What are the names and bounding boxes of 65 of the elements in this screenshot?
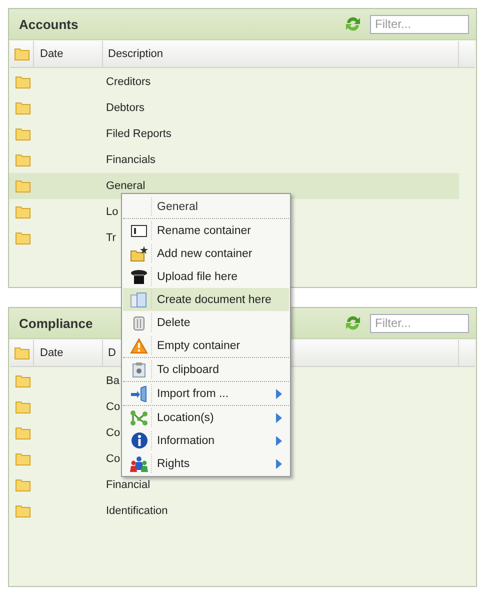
submenu-arrow-icon [276, 436, 282, 446]
folder-icon [15, 400, 31, 414]
panel-title: Accounts [19, 16, 78, 32]
menu-item[interactable]: Delete [123, 311, 289, 334]
refresh-icon[interactable] [344, 15, 362, 33]
nodes-icon [130, 410, 148, 426]
row-description: Tr [106, 232, 116, 244]
menu-item[interactable]: Rename container [123, 219, 289, 242]
clipboard-icon [132, 362, 146, 378]
column-heading[interactable]: Description [108, 48, 164, 60]
info-icon [130, 432, 148, 449]
top-hat-icon [130, 268, 148, 284]
column-heading[interactable]: Date [40, 347, 64, 359]
column-heading[interactable]: D [108, 347, 116, 359]
row-description: Debtors [106, 102, 145, 114]
submenu-arrow-icon [276, 458, 282, 468]
row-description: Financial [106, 479, 150, 491]
filter-field[interactable]: Filter... [370, 14, 469, 34]
row-description: Co [106, 427, 120, 439]
folder-icon [15, 374, 31, 388]
row-description: Lo [106, 206, 118, 218]
folder-icon [15, 231, 31, 245]
submenu-arrow-icon [276, 412, 282, 422]
submenu-arrow-icon [276, 388, 282, 398]
row-description: Co [106, 453, 120, 465]
folder-icon [15, 504, 31, 518]
panel-title: Compliance [19, 316, 93, 330]
menu-item[interactable]: Empty container [123, 334, 289, 358]
folder-icon [14, 47, 30, 61]
menu-item[interactable]: Information [123, 429, 289, 452]
menu-item[interactable]: Import from ... [123, 382, 289, 406]
folder-icon [15, 205, 31, 219]
menu-item[interactable]: To clipboard [123, 358, 289, 382]
column-heading[interactable]: Date [40, 48, 64, 60]
folder-icon [15, 478, 31, 492]
menu-item[interactable]: Upload file here [123, 265, 289, 288]
refresh-icon[interactable] [344, 314, 362, 332]
folder-icon [15, 179, 31, 193]
menu-item[interactable]: Rights [123, 452, 289, 475]
menu-item[interactable]: Location(s) [123, 406, 289, 429]
row-description: Ba [106, 375, 120, 387]
folder-icon [15, 426, 31, 440]
documents-icon [130, 292, 148, 308]
bin-icon [133, 314, 145, 330]
row-description: General [106, 180, 146, 192]
row-description: Identification [106, 505, 168, 517]
filter-field[interactable]: Filter... [370, 314, 469, 332]
row-description: Co [106, 401, 120, 413]
folder-icon [14, 346, 30, 360]
folder-icon [15, 127, 31, 141]
folder-star-icon [130, 246, 148, 262]
menu-item[interactable]: Create document here [123, 288, 289, 311]
menu-item[interactable]: Add new container [123, 242, 289, 265]
row-description: Financials [106, 154, 156, 166]
warning-icon [130, 338, 148, 354]
row-description: Creditors [106, 76, 151, 88]
menu-item[interactable]: General [123, 195, 289, 219]
folder-icon [15, 153, 31, 167]
rename-icon [131, 224, 147, 236]
folder-icon [15, 452, 31, 466]
people-icon [130, 456, 148, 472]
folder-icon [15, 101, 31, 115]
folder-icon [15, 75, 31, 89]
row-description: Filed Reports [106, 128, 172, 140]
import-icon [130, 386, 148, 402]
